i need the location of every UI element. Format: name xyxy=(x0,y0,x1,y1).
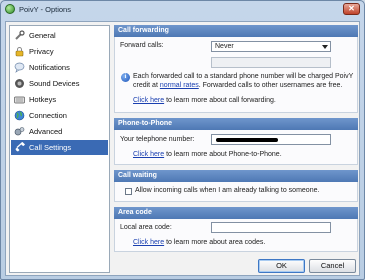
gears-icon xyxy=(14,126,25,137)
sidebar-item-label: Privacy xyxy=(29,47,54,56)
area-code-learn-more: Click here to learn more about area code… xyxy=(133,238,265,247)
allow-incoming-checkbox[interactable] xyxy=(125,188,132,195)
sidebar-item-label: Sound Devices xyxy=(29,79,80,88)
sidebar-item-label: Advanced xyxy=(29,127,63,136)
app-logo-icon xyxy=(5,4,15,14)
info-line-1: Each forwarded call to a standard phone … xyxy=(133,73,354,80)
learn-more-text: to learn more about call forwarding. xyxy=(164,97,276,104)
local-area-code-label: Local area code: xyxy=(120,224,172,231)
forward-calls-value: Never xyxy=(215,43,234,50)
options-window: PoivY - Options ✕ General Privacy Notifi… xyxy=(0,0,365,280)
sidebar-item-label: General xyxy=(29,31,56,40)
speech-bubble-icon xyxy=(14,62,25,73)
normal-rates-link[interactable]: normal rates xyxy=(160,82,199,89)
learn-more-text: to learn more about Phone-to-Phone. xyxy=(164,151,282,158)
info-icon: i xyxy=(121,73,130,82)
forward-number-field[interactable] xyxy=(211,57,331,68)
call-waiting-heading: Call waiting xyxy=(114,170,358,182)
forwarding-learn-more: Click here to learn more about call forw… xyxy=(133,96,276,105)
phone-to-phone-section: Your telephone number: Click here to lea… xyxy=(114,130,358,165)
sidebar-item-label: Notifications xyxy=(29,63,70,72)
speaker-icon xyxy=(14,78,25,89)
phone-to-phone-learn-more: Click here to learn more about Phone-to-… xyxy=(133,150,282,159)
telephone-number-label: Your telephone number: xyxy=(120,136,195,143)
area-code-section: Local area code: Click here to learn mor… xyxy=(114,219,358,252)
call-settings-panel: Call forwarding Forward calls: Never i E… xyxy=(114,25,358,252)
call-forwarding-heading: Call forwarding xyxy=(114,25,358,37)
call-forwarding-click-here-link[interactable]: Click here xyxy=(133,97,164,104)
chevron-down-icon xyxy=(322,45,328,49)
area-code-heading: Area code xyxy=(114,207,358,219)
allow-incoming-label: Allow incoming calls when I am already t… xyxy=(135,187,320,194)
area-code-click-here-link[interactable]: Click here xyxy=(133,239,164,246)
info-line-2-start: credit at xyxy=(133,82,160,89)
sidebar-item-notifications[interactable]: Notifications xyxy=(11,60,108,75)
redacted-number xyxy=(216,138,278,142)
telephone-icon xyxy=(14,142,25,153)
forward-calls-label: Forward calls: xyxy=(120,42,164,49)
sidebar-item-privacy[interactable]: Privacy xyxy=(11,44,108,59)
wrench-icon xyxy=(14,30,25,41)
sidebar-item-connection[interactable]: Connection xyxy=(11,108,108,123)
title-bar[interactable]: PoivY - Options ✕ xyxy=(1,1,364,18)
local-area-code-field[interactable] xyxy=(211,222,331,233)
close-button[interactable]: ✕ xyxy=(343,3,360,15)
ok-button[interactable]: OK xyxy=(258,259,305,273)
phone-to-phone-heading: Phone-to-Phone xyxy=(114,118,358,130)
dialog-body: General Privacy Notifications Sound Devi… xyxy=(5,21,360,276)
sidebar-item-hotkeys[interactable]: Hotkeys xyxy=(11,92,108,107)
sidebar-item-label: Call Settings xyxy=(29,143,72,152)
options-sidebar: General Privacy Notifications Sound Devi… xyxy=(9,25,110,273)
sidebar-item-advanced[interactable]: Advanced xyxy=(11,124,108,139)
call-waiting-section: Allow incoming calls when I am already t… xyxy=(114,182,358,202)
window-title: PoivY - Options xyxy=(19,5,71,14)
learn-more-text: to learn more about area codes. xyxy=(164,239,266,246)
phone-to-phone-click-here-link[interactable]: Click here xyxy=(133,151,164,158)
cancel-button[interactable]: Cancel xyxy=(309,259,356,273)
telephone-number-field[interactable] xyxy=(211,134,331,145)
sidebar-item-sound-devices[interactable]: Sound Devices xyxy=(11,76,108,91)
sidebar-item-label: Hotkeys xyxy=(29,95,57,104)
call-forwarding-section: Forward calls: Never i Each forwarded ca… xyxy=(114,37,358,113)
keyboard-icon xyxy=(14,94,25,105)
sidebar-item-general[interactable]: General xyxy=(11,28,108,43)
globe-icon xyxy=(14,110,25,121)
forwarding-info-text: Each forwarded call to a standard phone … xyxy=(133,72,355,90)
info-line-2-end: . Forwarded calls to other usernames are… xyxy=(198,82,343,89)
forward-calls-select[interactable]: Never xyxy=(211,41,331,52)
sidebar-item-call-settings[interactable]: Call Settings xyxy=(11,140,108,155)
sidebar-item-label: Connection xyxy=(29,111,67,120)
lock-icon xyxy=(14,46,25,57)
